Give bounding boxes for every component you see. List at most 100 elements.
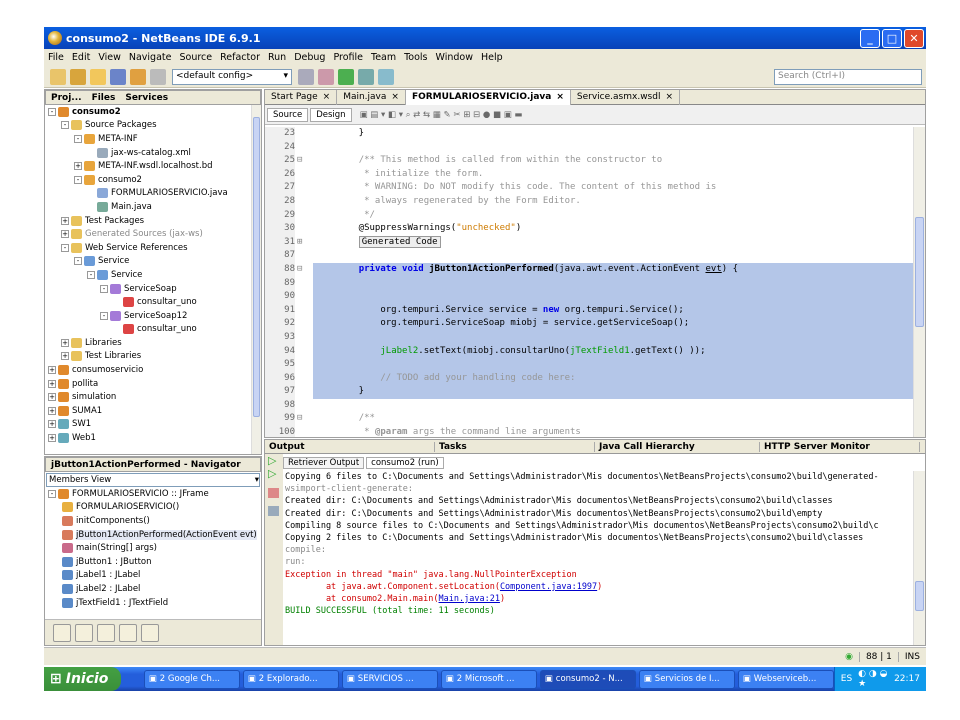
close-button[interactable]: ✕: [904, 28, 924, 48]
collapse-icon[interactable]: -: [100, 311, 108, 320]
fold-toggle-icon[interactable]: ⊟: [297, 154, 306, 168]
tree-node[interactable]: FORMULARIOSERVICIO.java: [45, 187, 251, 201]
language-indicator[interactable]: ES: [841, 674, 852, 684]
navigator-item[interactable]: jLabel1 : JLabel: [45, 569, 261, 583]
tree-node[interactable]: + SW1: [45, 418, 251, 432]
tree-node[interactable]: + META-INF.wsdl.localhost.bd: [45, 159, 251, 173]
output-panel-tab[interactable]: HTTP Server Monitor: [760, 441, 920, 452]
tree-node[interactable]: + consumoservicio: [45, 363, 251, 377]
undo-icon[interactable]: [130, 68, 146, 85]
collapse-icon[interactable]: -: [74, 257, 82, 266]
tree-node[interactable]: - Source Packages: [45, 119, 251, 133]
panel-tab-2[interactable]: Services: [120, 93, 173, 103]
collapse-icon[interactable]: -: [100, 284, 108, 293]
menu-run[interactable]: Run: [264, 52, 290, 63]
close-tab-icon[interactable]: ×: [323, 92, 331, 102]
tray-icons[interactable]: ◐ ◑ ◒ ★: [858, 669, 888, 689]
menu-help[interactable]: Help: [477, 52, 507, 63]
tree-node[interactable]: - Service: [45, 268, 251, 282]
open-project-icon[interactable]: [90, 68, 106, 85]
expand-icon[interactable]: +: [48, 379, 56, 388]
save-all-icon[interactable]: [110, 68, 126, 85]
expand-icon[interactable]: +: [48, 366, 56, 375]
panel-tab-1[interactable]: Files: [87, 93, 121, 103]
projects-scrollbar[interactable]: [251, 105, 261, 454]
navigator-item[interactable]: jButton1 : JButton: [45, 555, 261, 569]
tree-node[interactable]: jax-ws-catalog.xml: [45, 146, 251, 160]
filter-nonpublic-icon[interactable]: [97, 623, 115, 642]
editor-scrollbar[interactable]: [913, 127, 925, 437]
panel-tab-0[interactable]: Proj...: [46, 93, 87, 103]
fold-toggle-icon[interactable]: ⊞: [297, 236, 306, 250]
menu-refactor[interactable]: Refactor: [216, 52, 264, 63]
taskbar-button[interactable]: ▣ 2 Google Ch...: [143, 669, 240, 689]
navigator-item[interactable]: main(String[] args): [45, 541, 261, 555]
rerun-icon[interactable]: ▷: [265, 454, 283, 467]
collapse-icon[interactable]: -: [61, 121, 69, 130]
tree-node[interactable]: - consumo2: [45, 173, 251, 187]
output-scrollbar[interactable]: [913, 471, 925, 645]
clean-build-icon[interactable]: [318, 68, 334, 85]
expand-icon[interactable]: +: [61, 338, 69, 347]
menu-debug[interactable]: Debug: [290, 52, 329, 63]
tree-node[interactable]: - META-INF: [45, 132, 251, 146]
run-icon[interactable]: [338, 68, 354, 85]
search-input[interactable]: Search (Ctrl+I): [774, 68, 922, 85]
filter-inherited-icon[interactable]: [119, 623, 137, 642]
expand-icon[interactable]: +: [48, 434, 56, 443]
close-tab-icon[interactable]: ×: [556, 92, 564, 102]
navigator-item[interactable]: jTextField1 : JTextField: [45, 596, 261, 610]
stop-icon[interactable]: [268, 488, 279, 498]
design-mode-button[interactable]: Design: [310, 107, 352, 122]
output-panel-tab[interactable]: Tasks: [435, 441, 595, 452]
close-tab-icon[interactable]: ×: [391, 92, 399, 102]
taskbar-button[interactable]: ▣ 2 Explorado...: [242, 669, 339, 689]
config-select[interactable]: <default config> ▾: [172, 68, 292, 85]
editor-tab[interactable]: Start Page ×: [265, 89, 338, 105]
navigator-item[interactable]: - FORMULARIOSERVICIO :: JFrame: [45, 487, 261, 501]
menu-profile[interactable]: Profile: [329, 52, 367, 63]
code-area[interactable]: 23 } 24 25 ⊟ /** This method is called from…: [265, 127, 913, 437]
tree-node[interactable]: + pollita: [45, 377, 251, 391]
build-icon[interactable]: [298, 68, 314, 85]
tree-node[interactable]: + Test Packages: [45, 214, 251, 228]
collapse-icon[interactable]: -: [74, 175, 82, 184]
new-project-icon[interactable]: [70, 68, 86, 85]
tree-node[interactable]: - Web Service References: [45, 241, 251, 255]
navigator-item[interactable]: initComponents(): [45, 514, 261, 528]
filter-static-icon[interactable]: [75, 623, 93, 642]
menu-view[interactable]: View: [94, 52, 125, 63]
taskbar-button[interactable]: ▣ SERVICIOS ...: [341, 669, 438, 689]
taskbar-button[interactable]: ▣ 2 Microsoft ...: [440, 669, 537, 689]
debug-icon[interactable]: [358, 68, 374, 85]
new-file-icon[interactable]: [50, 68, 66, 85]
taskbar-button[interactable]: ▣ Webserviceb...: [737, 669, 834, 689]
settings-icon[interactable]: [268, 506, 279, 516]
collapse-icon[interactable]: -: [48, 489, 56, 498]
editor-action-icons[interactable]: ▣ ▤ ▾ ◧ ▾ ⌕ ⇄ ⇆ ▦ ✎ ✂ ⊞ ⊟ ● ■ ▣ ▬: [360, 110, 523, 120]
expand-icon[interactable]: +: [48, 393, 56, 402]
expand-icon[interactable]: +: [48, 420, 56, 429]
redo-icon[interactable]: [150, 68, 166, 85]
tree-node[interactable]: + Web1: [45, 431, 251, 445]
expand-icon[interactable]: +: [61, 230, 69, 239]
taskbar-button[interactable]: ▣ consumo2 - N...: [539, 669, 636, 689]
collapse-icon[interactable]: -: [61, 243, 69, 252]
source-mode-button[interactable]: Source: [267, 107, 309, 122]
tree-node[interactable]: Main.java: [45, 200, 251, 214]
stack-trace-link[interactable]: Main.java:21: [439, 594, 500, 604]
navigator-item[interactable]: jButton1ActionPerformed(ActionEvent evt): [45, 528, 261, 542]
taskbar-button[interactable]: ▣ Servicios de I...: [638, 669, 735, 689]
start-button[interactable]: ⊞ Inicio: [44, 667, 121, 691]
expand-icon[interactable]: +: [61, 352, 69, 361]
stack-trace-link[interactable]: Component.java:1997: [500, 582, 597, 592]
tree-node[interactable]: + Generated Sources (jax-ws): [45, 227, 251, 241]
close-tab-icon[interactable]: ×: [665, 92, 673, 102]
tree-node[interactable]: + simulation: [45, 390, 251, 404]
tree-node[interactable]: + Libraries: [45, 336, 251, 350]
editor-tab[interactable]: Service.asmx.wsdl ×: [571, 89, 680, 105]
minimize-button[interactable]: _: [860, 28, 880, 48]
fold-toggle-icon[interactable]: ⊟: [297, 412, 306, 426]
rerun-different-icon[interactable]: ▷: [265, 467, 283, 480]
editor-tab[interactable]: Main.java ×: [337, 89, 406, 105]
